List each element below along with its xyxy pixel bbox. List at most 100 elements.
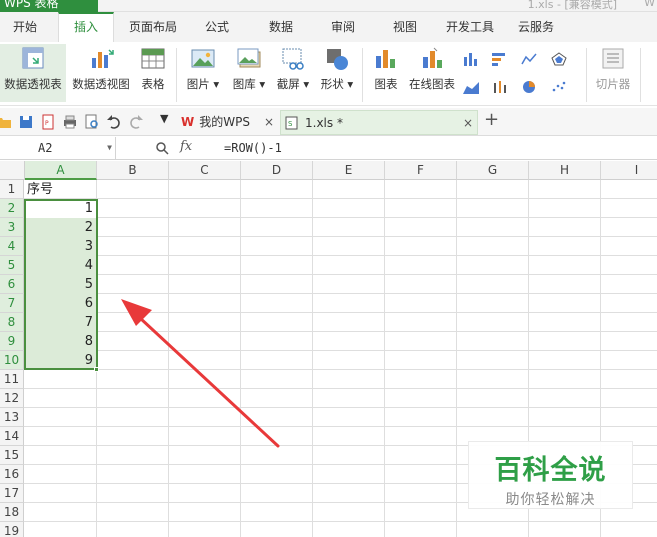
row-header[interactable]: 12: [0, 389, 24, 408]
row-header[interactable]: 13: [0, 408, 24, 427]
new-tab-button[interactable]: +: [484, 109, 499, 130]
gallery-button[interactable]: 图库 ▾: [228, 44, 270, 92]
row-header[interactable]: 16: [0, 465, 24, 484]
area-chart-icon[interactable]: [463, 80, 479, 94]
tab-formulas[interactable]: 公式: [192, 12, 242, 42]
row-header[interactable]: 5: [0, 256, 24, 275]
row-header[interactable]: 10: [0, 351, 24, 370]
app-menu-button[interactable]: WPS 表格: [0, 0, 98, 12]
radar-chart-icon[interactable]: [551, 52, 567, 66]
screenshot-button[interactable]: 截屏 ▾: [272, 44, 314, 92]
cell-a1[interactable]: 序号: [27, 180, 95, 199]
tab-page-layout[interactable]: 页面布局: [122, 12, 184, 42]
cell-a7[interactable]: 6: [27, 294, 93, 313]
row-header[interactable]: 3: [0, 218, 24, 237]
chevron-down-icon[interactable]: ▼: [107, 137, 112, 159]
row-header[interactable]: 2: [0, 199, 24, 218]
cell-a2[interactable]: 1: [27, 199, 93, 218]
cell-a8[interactable]: 7: [27, 313, 93, 332]
svg-text:S: S: [288, 120, 293, 128]
row-header[interactable]: 7: [0, 294, 24, 313]
gridline: [24, 369, 657, 370]
stock-chart-icon[interactable]: [492, 80, 508, 94]
column-header-i[interactable]: I: [601, 161, 657, 180]
ribbon-insert: 数据透视表 数据透视图 表格 图片 ▾ 图库 ▾ 截屏 ▾ 形状 ▾ 图表 在线…: [0, 42, 657, 106]
row-header[interactable]: 8: [0, 313, 24, 332]
column-header-h[interactable]: H: [529, 161, 601, 180]
row-header[interactable]: 14: [0, 427, 24, 446]
slicer-button[interactable]: 切片器: [592, 44, 634, 92]
pivot-chart-label: 数据透视图: [72, 77, 130, 91]
title-bar: WPS 表格 1.xls - [兼容模式] W: [0, 0, 657, 12]
tab-cloud[interactable]: 云服务: [508, 12, 564, 42]
close-icon[interactable]: ×: [264, 110, 274, 134]
gridline: [24, 407, 657, 408]
row-header[interactable]: 15: [0, 446, 24, 465]
row-header[interactable]: 4: [0, 237, 24, 256]
formula-input[interactable]: =ROW()-1: [224, 137, 282, 159]
print-icon[interactable]: [62, 114, 78, 130]
redo-icon[interactable]: [128, 114, 144, 130]
row-header[interactable]: 1: [0, 180, 24, 199]
bar-horizontal-chart-icon[interactable]: [492, 52, 508, 66]
scatter-chart-icon[interactable]: [551, 80, 567, 94]
column-header-a[interactable]: A: [25, 161, 97, 180]
close-icon[interactable]: ×: [463, 111, 473, 135]
picture-button[interactable]: 图片 ▾: [182, 44, 224, 92]
tab-review[interactable]: 审阅: [318, 12, 368, 42]
tab-insert[interactable]: 插入: [58, 12, 114, 42]
chart-button[interactable]: 图表: [368, 44, 404, 92]
shapes-button[interactable]: 形状 ▾: [316, 44, 358, 92]
cell-a5[interactable]: 4: [27, 256, 93, 275]
cell-a6[interactable]: 5: [27, 275, 93, 294]
ribbon-separator: [640, 48, 641, 102]
column-header-g[interactable]: G: [457, 161, 529, 180]
select-all-corner[interactable]: [0, 161, 25, 180]
column-header-e[interactable]: E: [313, 161, 385, 180]
gridline: [24, 350, 657, 351]
column-chart-icon[interactable]: [463, 52, 479, 66]
column-header-b[interactable]: B: [97, 161, 169, 180]
column-header-d[interactable]: D: [241, 161, 313, 180]
cell-a9[interactable]: 8: [27, 332, 93, 351]
column-header-c[interactable]: C: [169, 161, 241, 180]
column-header-f[interactable]: F: [385, 161, 457, 180]
save-icon[interactable]: [18, 114, 34, 130]
cell-a3[interactable]: 2: [27, 218, 93, 237]
tab-home[interactable]: 开始: [0, 12, 50, 42]
row-header[interactable]: 11: [0, 370, 24, 389]
pivot-table-button[interactable]: 数据透视表: [0, 44, 66, 102]
gridline: [24, 274, 657, 275]
cell-a4[interactable]: 3: [27, 237, 93, 256]
row-header[interactable]: 18: [0, 503, 24, 522]
gridline: [24, 312, 657, 313]
doc-tab-file[interactable]: S 1.xls * ×: [280, 110, 478, 135]
name-box[interactable]: A2 ▼: [0, 137, 116, 159]
tab-developer[interactable]: 开发工具: [440, 12, 500, 42]
table-icon: [141, 48, 165, 69]
spreadsheet-file-icon: S: [285, 116, 298, 130]
doc-tab-mywps[interactable]: W 我的WPS ×: [176, 110, 278, 135]
pie-chart-icon[interactable]: [521, 80, 537, 94]
open-folder-icon[interactable]: [0, 114, 12, 130]
tab-data[interactable]: 数据: [256, 12, 306, 42]
row-header[interactable]: 19: [0, 522, 24, 537]
print-preview-icon[interactable]: [84, 114, 100, 130]
chevron-down-icon[interactable]: ▼: [160, 112, 176, 128]
function-icon[interactable]: fx: [180, 139, 192, 154]
pivot-table-icon: [22, 47, 44, 69]
cell-a10[interactable]: 9: [27, 351, 93, 370]
search-icon[interactable]: [155, 141, 169, 155]
row-header[interactable]: 6: [0, 275, 24, 294]
export-pdf-icon[interactable]: P: [40, 114, 56, 130]
line-chart-icon[interactable]: [521, 52, 537, 66]
online-chart-button[interactable]: 在线图表: [405, 44, 459, 92]
table-button[interactable]: 表格: [137, 44, 169, 92]
fill-handle[interactable]: [94, 367, 99, 372]
row-header[interactable]: 9: [0, 332, 24, 351]
quick-access-toolbar: P ▼ W 我的WPS × S 1.xls * × +: [0, 108, 657, 136]
undo-icon[interactable]: [106, 114, 122, 130]
tab-view[interactable]: 视图: [380, 12, 430, 42]
pivot-chart-button[interactable]: 数据透视图: [69, 44, 133, 92]
row-header[interactable]: 17: [0, 484, 24, 503]
